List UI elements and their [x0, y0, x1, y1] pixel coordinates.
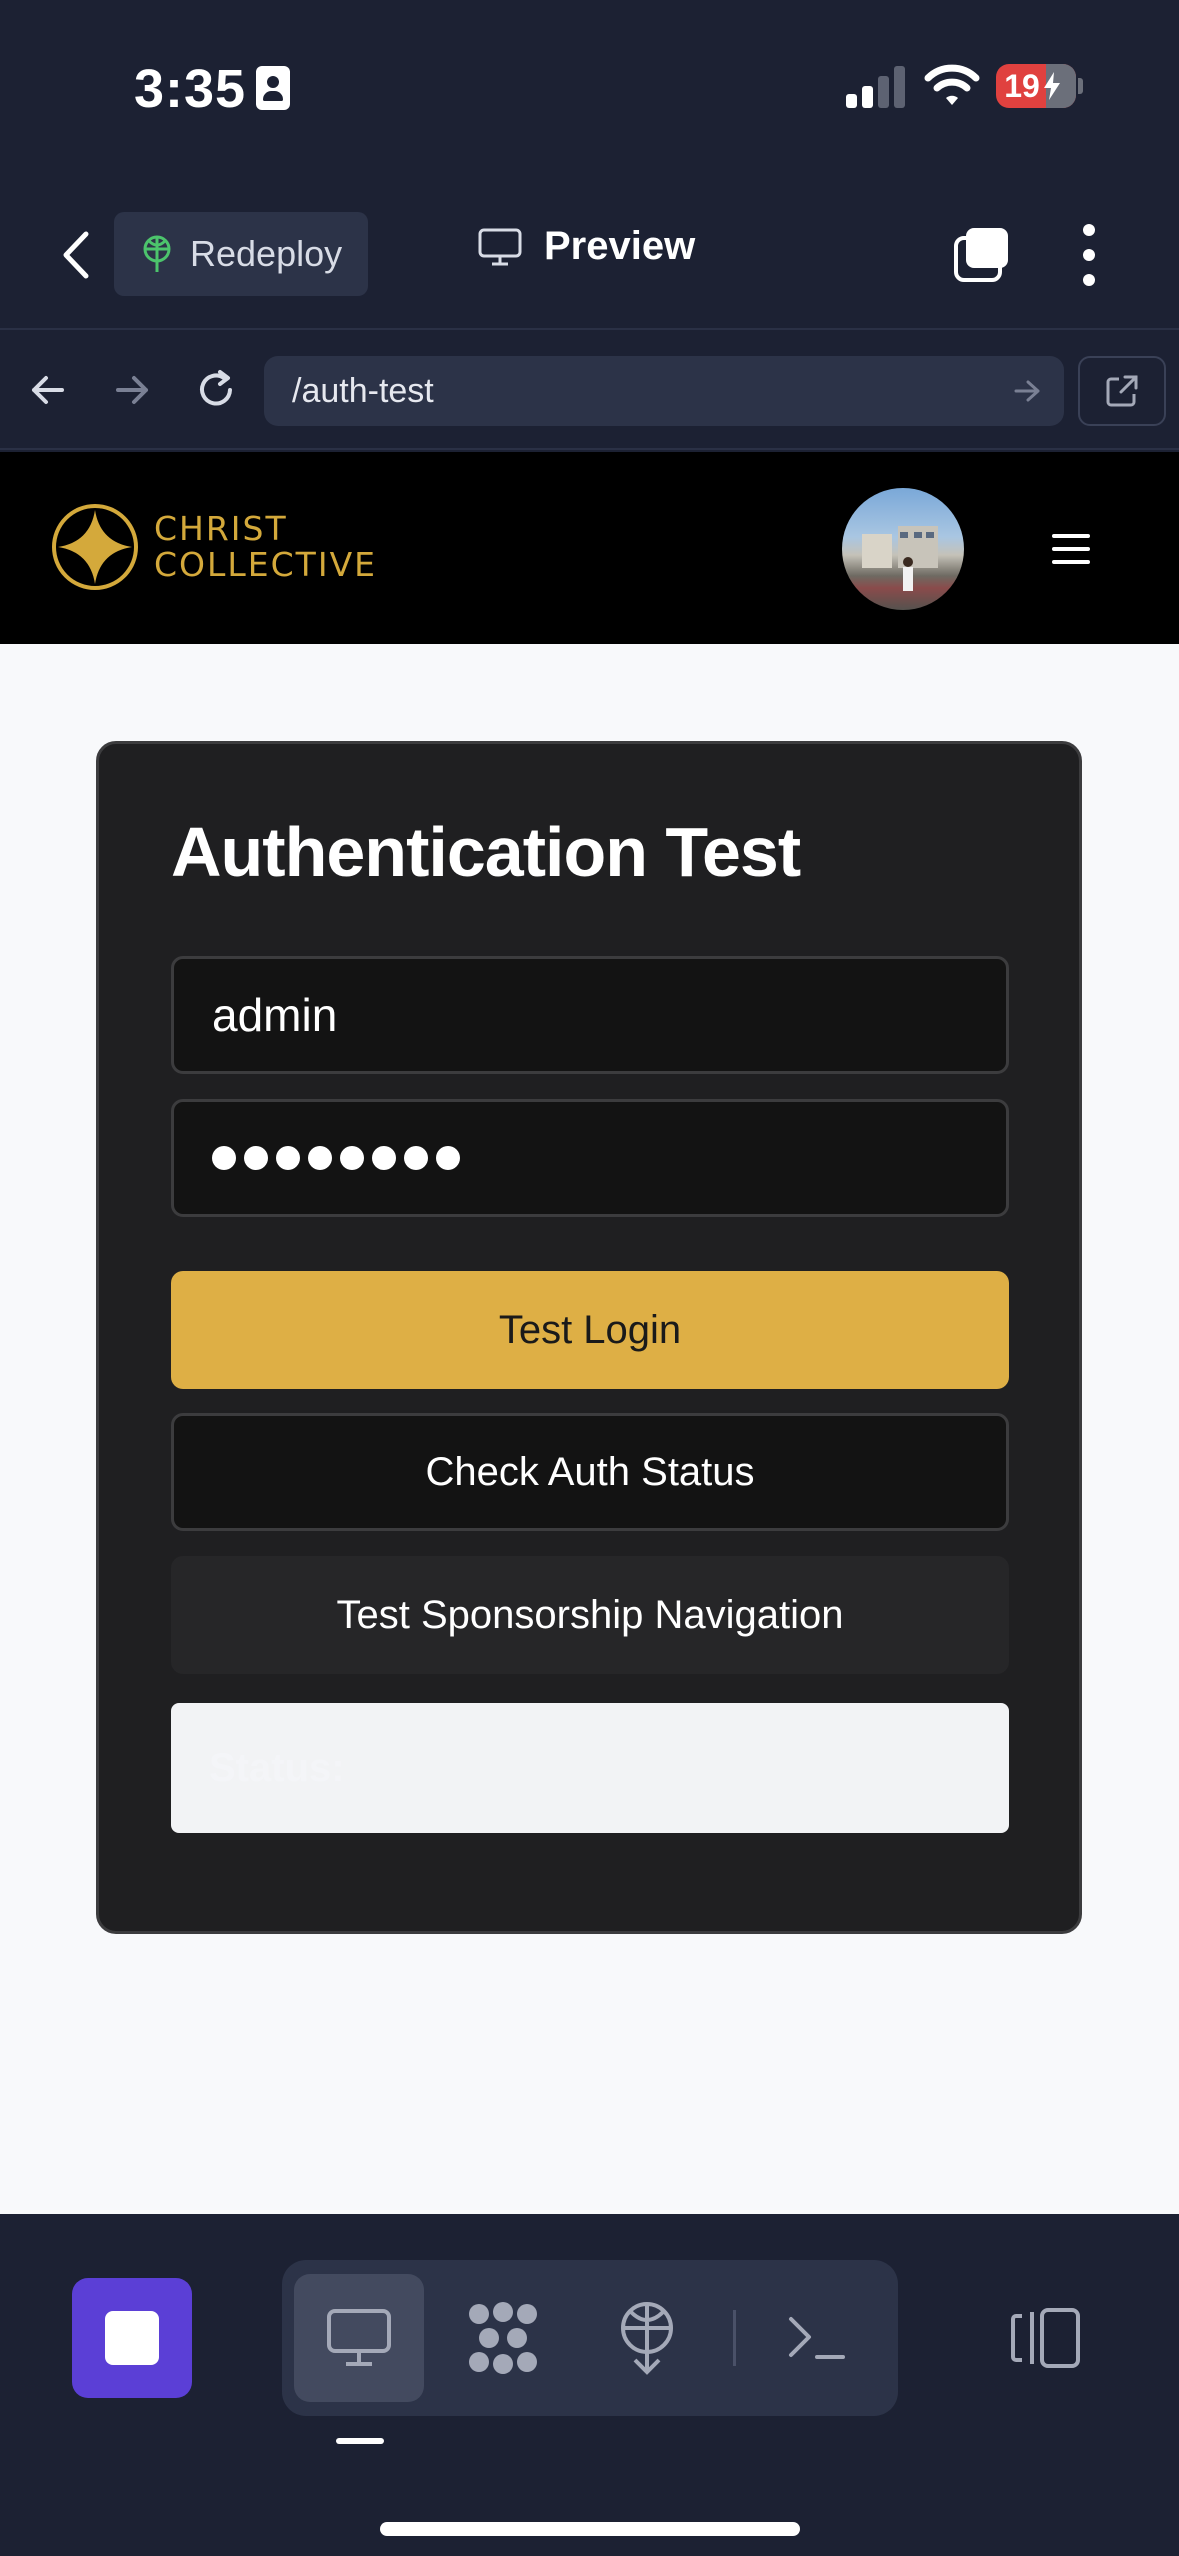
go-arrow-icon[interactable]	[1014, 379, 1040, 403]
active-tab-indicator	[336, 2438, 384, 2444]
charging-bolt-icon	[1043, 72, 1060, 100]
tool-group	[282, 2260, 898, 2416]
stop-button[interactable]	[72, 2278, 192, 2398]
cluster-tool-button[interactable]	[438, 2274, 568, 2402]
terminal-tool-button[interactable]	[752, 2274, 882, 2402]
redeploy-label: Redeploy	[190, 233, 343, 274]
page-title: Authentication Test	[171, 813, 801, 891]
hamburger-icon[interactable]	[1052, 534, 1090, 564]
status-output: Status:	[171, 1703, 1009, 1833]
app-bar: Redeploy Preview	[0, 180, 1179, 330]
username-value: admin	[212, 989, 338, 1041]
avatar-photo	[862, 526, 938, 591]
monitor-tool-icon	[327, 2309, 391, 2366]
monitor-icon	[478, 228, 522, 265]
logo-line-1: CHRIST	[154, 509, 288, 548]
deploy-tool-button[interactable]	[582, 2274, 712, 2402]
preview-tab[interactable]: Preview	[478, 224, 695, 269]
stop-icon	[105, 2311, 159, 2365]
page-content: Authentication Test admin Test Login Che…	[0, 644, 1179, 2214]
status-time: 3:35	[134, 59, 247, 119]
cluster-tool-icon	[469, 2302, 537, 2374]
auth-test-card: Authentication Test admin Test Login Che…	[96, 741, 1082, 1934]
preview-tool-button[interactable]	[294, 2274, 424, 2402]
arrow-left-icon[interactable]	[28, 370, 68, 410]
battery-tip	[1078, 78, 1083, 94]
cellular-signal-icon	[846, 62, 906, 108]
logo-star-icon	[52, 504, 138, 590]
redeploy-button[interactable]: Redeploy	[114, 212, 368, 296]
christ-collective-logo[interactable]: CHRIST COLLECTIVE	[50, 502, 377, 592]
user-avatar[interactable]	[842, 488, 964, 610]
username-field[interactable]: admin	[171, 956, 1009, 1074]
back-chevron-icon[interactable]	[56, 230, 96, 280]
home-indicator	[380, 2522, 800, 2536]
external-link-icon	[1106, 375, 1138, 407]
status-bar: 3:35 19	[0, 0, 1179, 180]
redeploy-icon	[143, 235, 171, 272]
tabs-icon[interactable]	[952, 226, 1012, 284]
password-field[interactable]	[171, 1099, 1009, 1217]
preview-label: Preview	[544, 224, 696, 268]
more-icon[interactable]	[1074, 224, 1104, 286]
wifi-icon	[924, 64, 980, 105]
bottom-toolbar	[0, 2214, 1179, 2556]
battery-level: 19	[1004, 67, 1040, 104]
reload-icon[interactable]	[194, 368, 238, 412]
battery-indicator: 19	[996, 64, 1076, 108]
deploy-tool-icon	[621, 2302, 673, 2375]
site-header: CHRIST COLLECTIVE	[0, 452, 1179, 644]
logo-line-2: COLLECTIVE	[154, 545, 377, 584]
password-mask	[212, 1146, 460, 1170]
url-text: /auth-test	[292, 372, 434, 410]
panel-icon[interactable]	[1010, 2306, 1082, 2370]
url-input[interactable]: /auth-test	[264, 356, 1064, 426]
tool-divider	[733, 2310, 736, 2366]
terminal-tool-icon	[789, 2317, 845, 2359]
arrow-right-icon[interactable]	[112, 370, 152, 410]
browser-url-bar: /auth-test	[0, 332, 1179, 450]
contact-card-icon	[256, 66, 290, 110]
check-auth-status-button[interactable]: Check Auth Status	[171, 1413, 1009, 1531]
test-sponsorship-navigation-button[interactable]: Test Sponsorship Navigation	[171, 1556, 1009, 1674]
test-login-button[interactable]: Test Login	[171, 1271, 1009, 1389]
open-external-button[interactable]	[1078, 356, 1166, 426]
status-label: Status:	[209, 1745, 345, 1790]
